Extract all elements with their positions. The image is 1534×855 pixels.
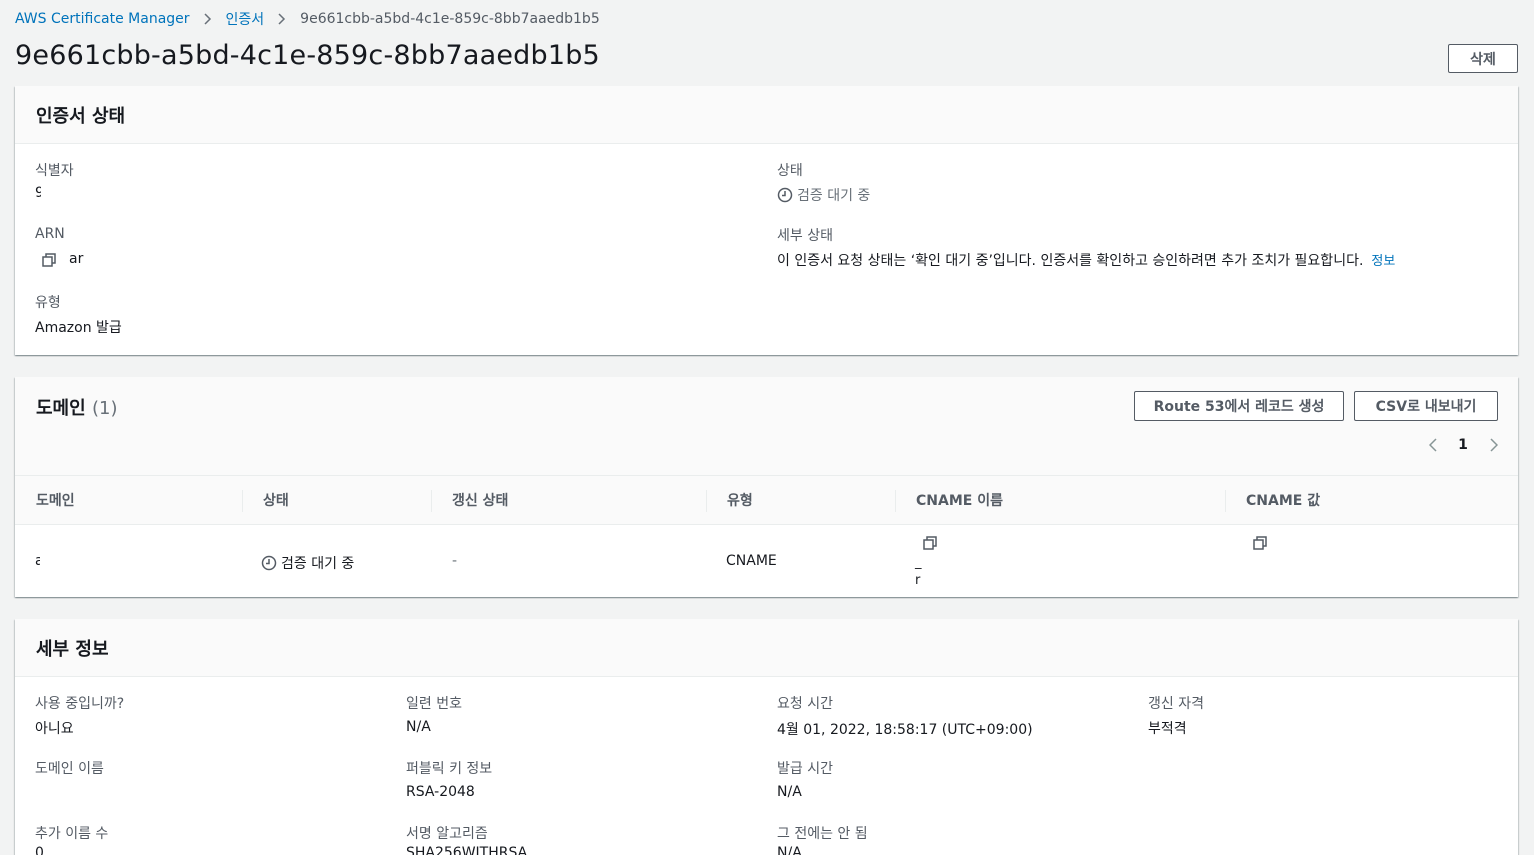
info-link[interactable]: 정보 bbox=[1371, 250, 1395, 269]
identifier-label: 식별자 bbox=[35, 163, 74, 179]
chevron-right-icon bbox=[278, 13, 286, 25]
create-route53-records-button[interactable]: Route 53에서 레코드 생성 bbox=[1134, 391, 1344, 421]
page-number[interactable]: 1 bbox=[1441, 437, 1485, 453]
requested-at-value: 4월 01, 2022, 18:58:17 (UTC+09:00) bbox=[777, 722, 1033, 738]
breadcrumb-acm-link[interactable]: AWS Certificate Manager bbox=[15, 11, 190, 27]
detail-status-row: 이 인증서 요청 상태는 ‘확인 대기 중’입니다. 인증서를 확인하고 승인하… bbox=[777, 250, 1395, 270]
panel-title: 도메인 (1) bbox=[36, 394, 117, 420]
pagination: 1 bbox=[1425, 437, 1501, 453]
column-header-cname-value[interactable]: CNAME 값 bbox=[1225, 476, 1320, 524]
table-row: a 검증 대기 중 - CNAME _ r bbox=[15, 526, 1518, 597]
type-label: 유형 bbox=[35, 295, 61, 311]
panel-title: 인증서 상태 bbox=[36, 106, 126, 127]
status-badge: 검증 대기 중 bbox=[261, 553, 354, 573]
serial-number-value: N/A bbox=[406, 719, 431, 735]
domains-title: 도메인 bbox=[36, 398, 86, 419]
issued-at-value: N/A bbox=[777, 784, 802, 800]
domain-name-label: 도메인 이름 bbox=[35, 761, 104, 777]
type-cell: CNAME bbox=[726, 553, 777, 569]
domains-panel: 도메인 (1) Route 53에서 레코드 생성 CSV로 내보내기 1 도메… bbox=[15, 377, 1518, 597]
breadcrumb: AWS Certificate Manager 인증서 9e661cbb-a5b… bbox=[15, 10, 600, 28]
detail-status-label: 세부 상태 bbox=[777, 228, 833, 244]
delete-button[interactable]: 삭제 bbox=[1448, 44, 1518, 73]
additional-names-label: 추가 이름 수 bbox=[35, 826, 109, 842]
identifier-value: 9 bbox=[35, 185, 41, 201]
signature-algorithm-value: SHA256WITHRSA bbox=[406, 845, 528, 855]
panel-title: 세부 정보 bbox=[36, 639, 109, 660]
serial-number-label: 일련 번호 bbox=[406, 696, 462, 712]
arn-value: ar bbox=[69, 251, 84, 267]
signature-algorithm-label: 서명 알고리즘 bbox=[406, 826, 488, 842]
requested-at-label: 요청 시간 bbox=[777, 696, 833, 712]
cname-name-line-2: r bbox=[915, 573, 921, 588]
copy-icon[interactable] bbox=[42, 253, 56, 271]
type-value: Amazon 발급 bbox=[35, 320, 122, 336]
chevron-right-icon[interactable] bbox=[1485, 438, 1501, 452]
column-header-domain[interactable]: 도메인 bbox=[15, 476, 75, 524]
status-badge: 검증 대기 중 bbox=[777, 185, 870, 205]
chevron-left-icon[interactable] bbox=[1425, 438, 1441, 452]
column-header-status[interactable]: 상태 bbox=[242, 476, 289, 524]
column-header-renewal-status[interactable]: 갱신 상태 bbox=[431, 476, 508, 524]
copy-icon[interactable] bbox=[1253, 536, 1267, 554]
in-use-label: 사용 중입니까? bbox=[35, 696, 125, 712]
issued-at-label: 발급 시간 bbox=[777, 761, 833, 777]
clock-icon bbox=[777, 187, 793, 203]
copy-icon[interactable] bbox=[923, 536, 937, 554]
breadcrumb-current: 9e661cbb-a5bd-4c1e-859c-8bb7aaedb1b5 bbox=[300, 11, 600, 27]
renewal-status-cell: - bbox=[452, 553, 458, 569]
panel-header: 도메인 (1) Route 53에서 레코드 생성 CSV로 내보내기 1 bbox=[15, 377, 1518, 476]
table-header: 도메인 상태 갱신 상태 유형 CNAME 이름 CNAME 값 bbox=[15, 476, 1518, 525]
status-text: 검증 대기 중 bbox=[281, 556, 355, 572]
certificate-status-panel: 인증서 상태 식별자 9 ARN ar 유형 Amazon 발급 상태 검증 대… bbox=[15, 86, 1518, 355]
export-csv-button[interactable]: CSV로 내보내기 bbox=[1354, 391, 1498, 421]
arn-label: ARN bbox=[35, 226, 65, 242]
in-use-value: 아니요 bbox=[35, 721, 74, 737]
not-before-label: 그 전에는 안 됨 bbox=[777, 826, 868, 842]
cname-name-line-1: _ bbox=[915, 555, 922, 570]
domains-count: (1) bbox=[91, 398, 118, 419]
panel-header: 인증서 상태 bbox=[15, 86, 1518, 144]
status-label: 상태 bbox=[777, 163, 803, 179]
public-key-info-label: 퍼블릭 키 정보 bbox=[406, 761, 493, 777]
clock-icon bbox=[261, 555, 277, 571]
column-header-cname-name[interactable]: CNAME 이름 bbox=[895, 476, 1003, 524]
renewal-eligibility-value: 부적격 bbox=[1148, 721, 1187, 737]
page-title: 9e661cbb-a5bd-4c1e-859c-8bb7aaedb1b5 bbox=[15, 40, 600, 71]
chevron-right-icon bbox=[204, 13, 212, 25]
not-before-value: N/A bbox=[777, 845, 802, 855]
column-header-type[interactable]: 유형 bbox=[706, 476, 753, 524]
breadcrumb-certificates-link[interactable]: 인증서 bbox=[226, 9, 265, 29]
domain-cell: a bbox=[35, 553, 40, 569]
status-text: 검증 대기 중 bbox=[797, 188, 871, 204]
renewal-eligibility-label: 갱신 자격 bbox=[1148, 696, 1204, 712]
additional-names-value: 0 bbox=[35, 845, 44, 855]
public-key-info-value: RSA-2048 bbox=[406, 784, 475, 800]
panel-header: 세부 정보 bbox=[15, 619, 1518, 677]
detail-status-value: 이 인증서 요청 상태는 ‘확인 대기 중’입니다. 인증서를 확인하고 승인하… bbox=[777, 253, 1364, 269]
details-panel: 세부 정보 사용 중입니까? 아니요 일련 번호 N/A 요청 시간 4월 01… bbox=[15, 619, 1518, 855]
